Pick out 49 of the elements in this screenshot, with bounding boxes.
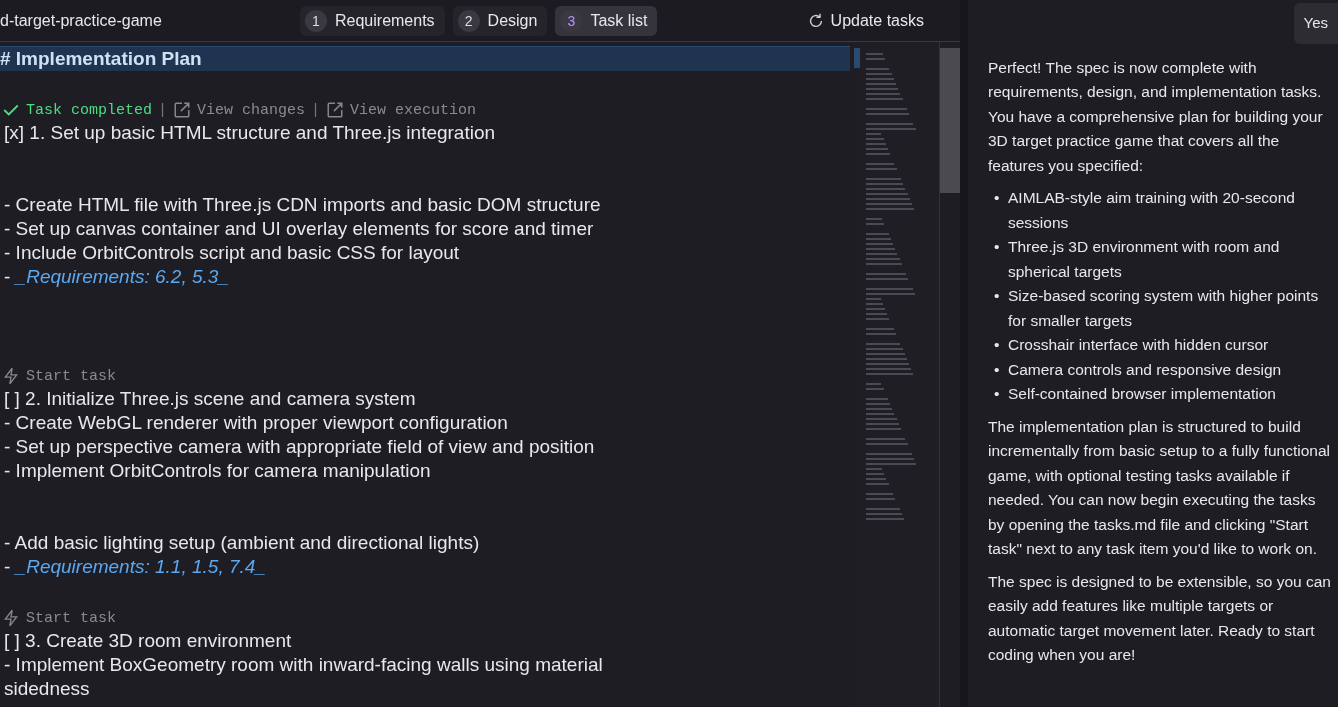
- code-line: - Set up canvas container and UI overlay elements for score and timer: [3, 217, 595, 241]
- bullet: •: [994, 335, 1001, 355]
- requirements-ref: _Requirements: 6.2, 5.3_: [15, 266, 229, 287]
- dash: -: [4, 266, 12, 287]
- step-tab[interactable]: 3 Task list: [555, 5, 658, 36]
- chat-paragraph: The implementation plan is structured to build incrementally from basic setup to a fully functional game, with optional testing tasks available if needed. You can now begin executing the tasks by opening the tasks.md file and clicking "Start task" next to any task item you'd like to work on.: [988, 416, 1332, 559]
- user-message: Yes: [1293, 3, 1338, 44]
- code-line: - Implement OrbitControls for camera manipulation: [3, 459, 432, 483]
- codelens-link[interactable]: Start task: [26, 609, 116, 627]
- lightning-icon: [2, 609, 20, 627]
- bullet-item: Camera controls and responsive design: [1008, 359, 1282, 380]
- share-icon: [173, 101, 192, 119]
- step-tab[interactable]: 1 Requirements: [300, 5, 445, 36]
- codelens-link[interactable]: View changes: [197, 101, 306, 119]
- bullet: •: [994, 237, 1001, 257]
- code-line: [x] 1. Set up basic HTML structure and Three.js integration: [3, 121, 497, 145]
- bullet-item: Three.js 3D environment with room and spherical targets: [1008, 237, 1281, 282]
- code-line: [ ] 3. Create 3D room environment: [3, 629, 293, 653]
- code-line: - Add basic lighting setup (ambient and directional lights): [3, 531, 481, 555]
- bullet: •: [994, 359, 1001, 380]
- chat-paragraph: The spec is designed to be extensible, so you can easily add features like multiple targets or automatic target movement later. Ready to start coding when you are!: [988, 571, 1332, 665]
- code-line: - Create HTML file with Three.js CDN imports and basic DOM structure: [3, 193, 602, 217]
- scrollbar-thumb[interactable]: [940, 48, 960, 193]
- codelens-link[interactable]: View execution: [350, 101, 477, 119]
- code-line: - Create WebGL renderer with proper viewport configuration: [3, 411, 509, 435]
- step-tab[interactable]: 2 Design: [452, 5, 548, 36]
- pane-splitter[interactable]: [960, 0, 968, 707]
- bullet: •: [994, 384, 1001, 404]
- update-tasks-button[interactable]: Update tasks: [800, 10, 930, 31]
- bullet: •: [994, 188, 1001, 208]
- code-line: - Include OrbitControls script and basic CSS for layout: [3, 241, 461, 265]
- bullet-item: Size-based scoring system with higher points for smaller targets: [1008, 286, 1320, 331]
- separator: |: [311, 101, 321, 119]
- code-line: - Implement BoxGeometry room with inward-facing walls using material sidedness: [3, 653, 604, 701]
- code-line: [ ] 2. Initialize Three.js scene and camera system: [3, 387, 417, 411]
- code-line: - Set up perspective camera with appropriate field of view and position: [3, 435, 596, 459]
- bullet-item: AIMLAB-style aim training with 20-second sessions: [1008, 188, 1296, 233]
- codelens-link[interactable]: Task completed: [26, 101, 153, 119]
- lightning-icon: [2, 367, 20, 385]
- bullet: •: [994, 286, 1001, 306]
- dash: -: [4, 556, 12, 577]
- share-icon: [326, 101, 345, 119]
- codelens-link[interactable]: Start task: [26, 367, 116, 385]
- separator: |: [158, 101, 168, 119]
- file-title: d-target-practice-game: [0, 11, 163, 30]
- bullet-item: Self-contained browser implementation: [1008, 384, 1276, 404]
- requirements-ref: _Requirements: 1.1, 1.5, 7.4_: [15, 556, 266, 577]
- chat-paragraph: Perfect! The spec is now complete with requirements, design, and implementation tasks. You have a comprehensive plan for building your 3D target practice game that covers all the features you specified:: [988, 57, 1324, 176]
- bullet-item: Crosshair interface with hidden cursor: [1008, 335, 1269, 355]
